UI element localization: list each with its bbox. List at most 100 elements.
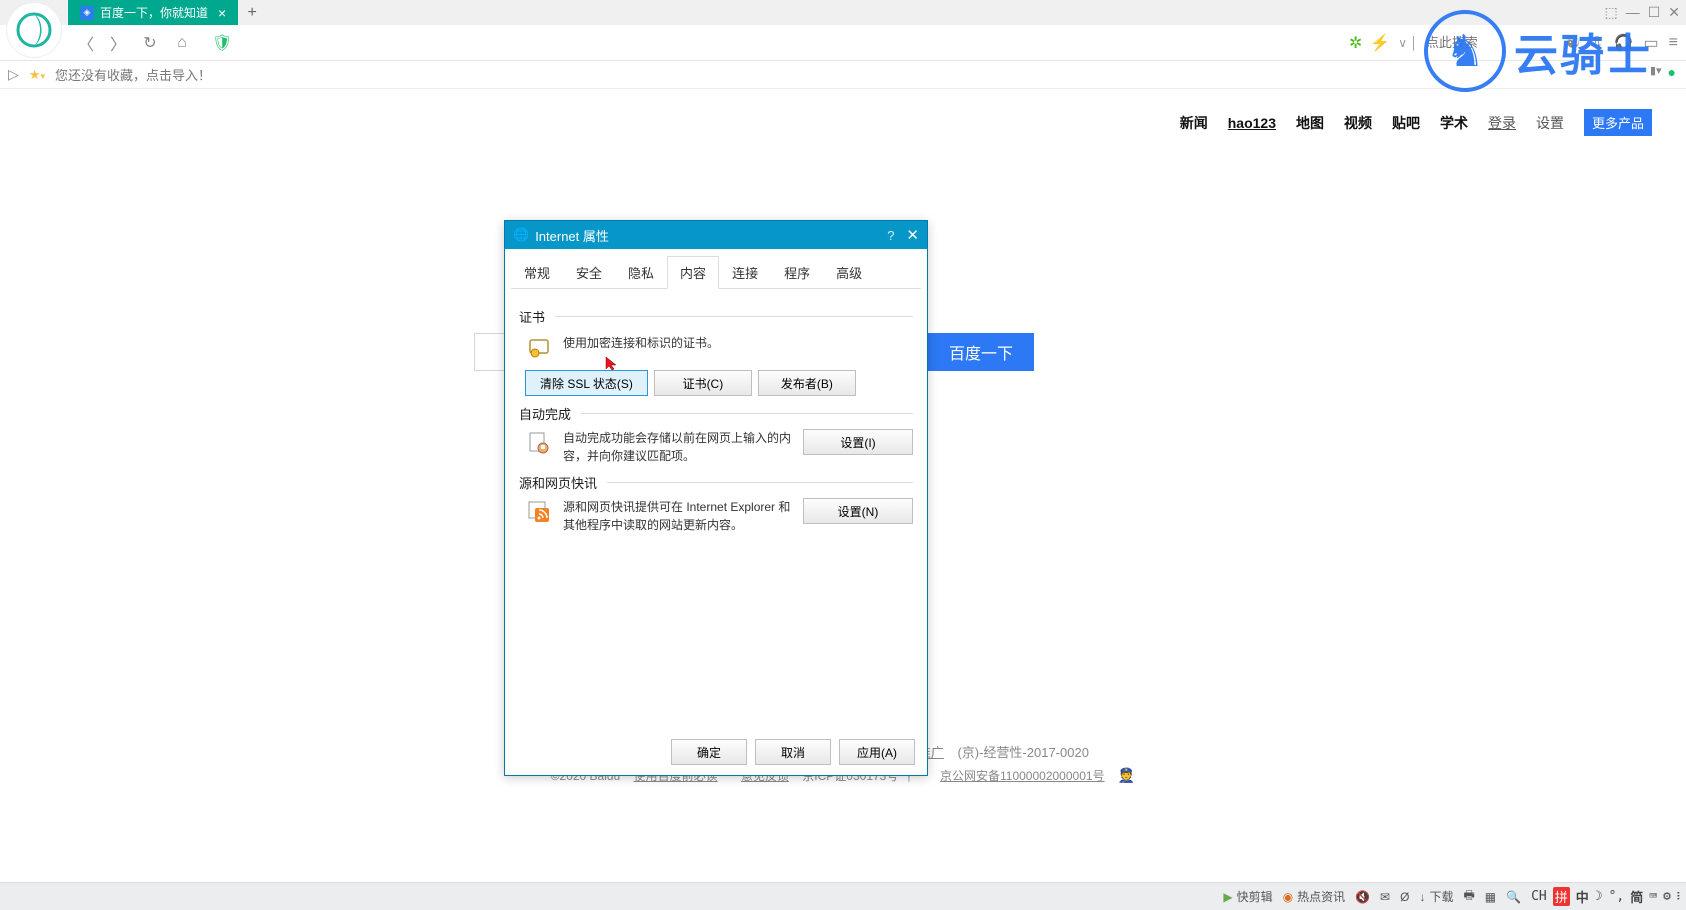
dialog-footer: 确定 取消 应用(A): [671, 739, 915, 765]
group-autocomplete-label: 自动完成: [519, 404, 571, 423]
taskbar-zoom-icon[interactable]: 🔍: [1506, 890, 1521, 904]
feeds-description: 源和网页快讯提供可在 Internet Explorer 和其他程序中读取的网站…: [563, 498, 795, 534]
ok-button[interactable]: 确定: [671, 739, 747, 765]
nav-video[interactable]: 视频: [1344, 113, 1372, 133]
tab-title: 百度一下，你就知道: [100, 4, 208, 21]
feeds-settings-button[interactable]: 设置(N): [803, 498, 913, 524]
nav-xueshu[interactable]: 学术: [1440, 113, 1468, 133]
group-feeds-header: 源和网页快讯: [519, 473, 913, 492]
nav-hao123[interactable]: hao123: [1228, 115, 1276, 131]
sync-status-icon[interactable]: ●: [1668, 64, 1676, 80]
group-autocomplete-header: 自动完成: [519, 404, 913, 423]
tab-general[interactable]: 常规: [511, 256, 563, 289]
tab-content[interactable]: 内容: [667, 256, 719, 289]
group-cert-header: 证书: [519, 307, 913, 326]
window-maximize-icon[interactable]: ☐: [1648, 4, 1661, 21]
dialog-title-bar[interactable]: 🌐 Internet 属性 ? ✕: [505, 221, 927, 249]
tray-ime-pin[interactable]: 拼: [1553, 887, 1570, 906]
sync-battery-icon[interactable]: ▮▾: [1650, 64, 1662, 80]
tray-lang[interactable]: CH: [1531, 889, 1547, 904]
menu-icon[interactable]: ≡: [1669, 34, 1678, 52]
headphone-icon[interactable]: 🎧: [1614, 33, 1634, 53]
baidu-search-button[interactable]: 百度一下: [928, 333, 1034, 371]
dialog-help-icon[interactable]: ?: [887, 228, 894, 243]
dialog-tabs: 常规 安全 隐私 内容 连接 程序 高级: [511, 255, 921, 289]
bookmark-import-message[interactable]: 您还没有收藏，点击导入！: [55, 65, 211, 84]
pip-icon[interactable]: ▭: [1644, 33, 1659, 53]
taskbar-download[interactable]: ↓ 下载: [1419, 888, 1453, 905]
autocomplete-settings-button[interactable]: 设置(I): [803, 429, 913, 455]
download-icon[interactable]: ⇩: [1590, 33, 1603, 53]
bookmark-bar: ▷ ★▾ 您还没有收藏，点击导入！: [0, 61, 1686, 89]
group-cert-label: 证书: [519, 307, 545, 326]
window-minimize-icon[interactable]: —: [1626, 4, 1640, 21]
new-tab-button[interactable]: +: [238, 0, 266, 25]
taskbar-mute-icon[interactable]: 🔇: [1355, 890, 1370, 904]
taskbar: ▶快剪辑 ◉热点资讯 🔇 ✉ Ø ↓ 下载 🖶 ▦ 🔍 CH 拼 中 ☽ °, …: [0, 882, 1686, 910]
tab-close-icon[interactable]: ×: [218, 5, 226, 21]
tab-bar: ◈ 百度一下，你就知道 × + ⬚ — ☐ ✕: [0, 0, 1686, 25]
bolt-icon[interactable]: ⚡: [1370, 33, 1390, 53]
tray-ime-zhong[interactable]: 中: [1576, 887, 1589, 906]
group-feeds-label: 源和网页快讯: [519, 473, 597, 492]
footer-license: (京)-经营性-2017-0020: [957, 745, 1089, 760]
tab-programs[interactable]: 程序: [771, 256, 823, 289]
taskbar-msg-icon[interactable]: ✉: [1380, 890, 1390, 904]
publishers-button[interactable]: 发布者(B): [758, 370, 856, 396]
cancel-button[interactable]: 取消: [755, 739, 831, 765]
address-area[interactable]: 🛡: [206, 33, 1341, 53]
tab-security[interactable]: 安全: [563, 256, 615, 289]
tab-advanced[interactable]: 高级: [823, 256, 875, 289]
nav-news[interactable]: 新闻: [1180, 113, 1208, 133]
tray-moon-icon[interactable]: ☽: [1595, 889, 1603, 904]
taskbar-hot[interactable]: ◉热点资讯: [1283, 888, 1346, 905]
tray-ime-jian[interactable]: 简: [1630, 887, 1643, 906]
nav-settings[interactable]: 设置: [1536, 113, 1564, 133]
taskbar-clip[interactable]: ▶快剪辑: [1223, 888, 1272, 905]
cert-description: 使用加密连接和标识的证书。: [563, 334, 913, 352]
dialog-body: 证书 使用加密连接和标识的证书。 清除 SSL 状态(S) 证书(C) 发布者(…: [505, 289, 927, 544]
taskbar-block-icon[interactable]: Ø: [1400, 890, 1409, 904]
clip-icon: ▶: [1223, 890, 1232, 904]
browser-tab[interactable]: ◈ 百度一下，你就知道 ×: [68, 0, 238, 25]
tab-connections[interactable]: 连接: [719, 256, 771, 289]
shield-icon: 🛡: [212, 33, 232, 53]
tray-help-icon[interactable]: ፧: [1677, 889, 1680, 904]
nav-bar: 〈 〉 ↻ ⌂ 🛡 ✲ ⚡ ∨ │ ☯ ⇩ 🎧 ▭ ≡: [0, 25, 1686, 61]
extension-dropdown-icon[interactable]: ∨ │: [1398, 36, 1418, 50]
extension-refresh-icon[interactable]: ✲: [1349, 33, 1362, 53]
dialog-title: Internet 属性: [535, 226, 609, 245]
certificates-button[interactable]: 证书(C): [654, 370, 752, 396]
reload-button[interactable]: ↻: [136, 29, 164, 57]
bookmark-play-icon[interactable]: ▷: [8, 66, 19, 83]
dialog-close-icon[interactable]: ✕: [906, 226, 919, 244]
browser-logo-icon: [6, 2, 62, 58]
window-close-icon[interactable]: ✕: [1668, 4, 1680, 21]
taskbar-app-icon[interactable]: ▦: [1485, 890, 1496, 904]
favorite-star-icon[interactable]: ★▾: [29, 67, 45, 83]
tab-privacy[interactable]: 隐私: [615, 256, 667, 289]
police-badge-icon: 👮: [1118, 767, 1135, 783]
nav-more-products[interactable]: 更多产品: [1584, 109, 1652, 136]
page-content: 新闻 hao123 地图 视频 贴吧 学术 登录 设置 更多产品 百度一下 把百…: [0, 89, 1686, 882]
clear-ssl-button[interactable]: 清除 SSL 状态(S): [525, 370, 648, 396]
back-button[interactable]: 〈: [72, 29, 100, 57]
nav-map[interactable]: 地图: [1296, 113, 1324, 133]
autocomplete-icon: [525, 429, 553, 457]
footer-public-record[interactable]: 京公网安备11000002000001号: [940, 769, 1105, 783]
translate-icon[interactable]: ☯: [1566, 33, 1580, 53]
nav-login[interactable]: 登录: [1488, 113, 1516, 133]
apply-button[interactable]: 应用(A): [839, 739, 915, 765]
tray-gear-icon[interactable]: ⚙: [1663, 889, 1671, 904]
tray-punct-icon[interactable]: °,: [1609, 889, 1625, 904]
window-skin-icon[interactable]: ⬚: [1604, 4, 1617, 21]
home-button[interactable]: ⌂: [168, 29, 196, 57]
forward-button[interactable]: 〉: [104, 29, 132, 57]
baidu-top-nav: 新闻 hao123 地图 视频 贴吧 学术 登录 设置 更多产品: [1180, 109, 1652, 136]
taskbar-print-icon[interactable]: 🖶: [1463, 886, 1474, 907]
baidu-favicon-icon: ◈: [80, 6, 94, 20]
nav-tieba[interactable]: 贴吧: [1392, 113, 1420, 133]
tray-keyboard-icon[interactable]: ⌨: [1649, 889, 1657, 904]
hot-icon: ◉: [1283, 890, 1293, 904]
browser-search-input[interactable]: [1426, 35, 1566, 50]
